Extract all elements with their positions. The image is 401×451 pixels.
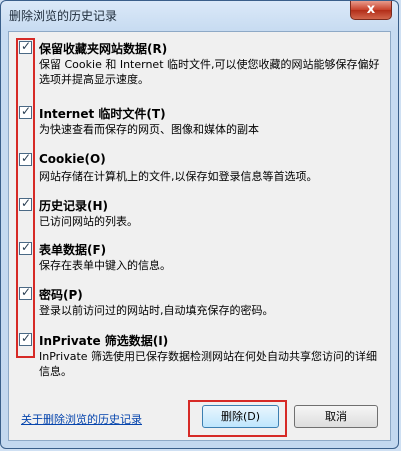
option-description: 保存在表单中键入的信息。 — [39, 259, 171, 272]
close-button[interactable]: x — [350, 1, 392, 20]
option-label: Internet 临时文件(T) — [39, 107, 166, 121]
option-label: Cookie(O) — [39, 152, 106, 166]
option-description: 保留 Cookie 和 Internet 临时文件,可以使您收藏的网站能够保存偏… — [39, 58, 380, 86]
cancel-button[interactable]: 取消 — [294, 405, 378, 428]
option-label: 密码(P) — [39, 288, 83, 302]
option-description: 为快速查看而保存的网页、图像和媒体的副本 — [39, 123, 259, 136]
cancel-button-label: 取消 — [325, 410, 347, 423]
window-title: 删除浏览的历史记录 — [9, 9, 118, 23]
option-description: 已访问网站的列表。 — [39, 215, 138, 228]
option-label: InPrivate 筛选数据(I) — [39, 334, 169, 348]
option-label: 历史记录(H) — [39, 199, 109, 213]
help-link[interactable]: 关于删除浏览的历史记录 — [21, 411, 142, 427]
option-description: InPrivate 筛选使用已保存数据检测网站在何处自动共享您访问的详细信息。 — [39, 350, 378, 378]
option-label: 保留收藏夹网站数据(R) — [39, 42, 168, 56]
title-bar[interactable]: 删除浏览的历史记录 x — [1, 1, 398, 29]
delete-highlight-box — [188, 400, 287, 437]
checkbox-highlight-box — [16, 38, 35, 358]
dialog-window: 删除浏览的历史记录 x ✓ 保留收藏夹网站数据(R) 保留 Cookie 和 I… — [0, 0, 399, 449]
option-description: 登录以前访问过的网站时,自动填充保存的密码。 — [39, 304, 274, 317]
close-icon: x — [366, 2, 376, 17]
option-label: 表单数据(F) — [39, 243, 107, 257]
option-description: 网站存储在计算机上的文件,以保存如登录信息等首选项。 — [39, 170, 318, 183]
dialog-content: ✓ 保留收藏夹网站数据(R) 保留 Cookie 和 Internet 临时文件… — [8, 31, 391, 441]
